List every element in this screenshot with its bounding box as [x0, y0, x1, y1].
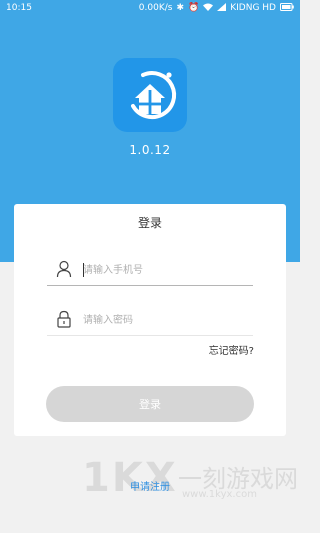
phone-input[interactable]	[83, 260, 247, 280]
app-version: 1.0.12	[129, 143, 171, 157]
signal-icon	[217, 3, 227, 14]
register-link[interactable]: 申请注册	[0, 478, 300, 493]
carrier-label: KIDNG HD	[230, 3, 276, 13]
forgot-password-link[interactable]: 忘记密码?	[209, 342, 254, 357]
app-logo	[113, 58, 187, 132]
phone-field	[47, 254, 253, 286]
alarm-icon: ⏰	[188, 3, 200, 13]
login-card: 登录 忘记密码? 登录	[14, 204, 286, 436]
status-bar: 10:15 0.00K/s ✱ ⏰ KIDNG HD	[0, 0, 300, 18]
lock-icon	[57, 310, 71, 328]
password-input[interactable]	[83, 310, 247, 330]
password-field	[47, 304, 253, 336]
status-time: 10:15	[6, 3, 32, 13]
user-icon	[56, 260, 72, 278]
wifi-icon	[203, 3, 214, 14]
bluetooth-off-icon: ✱	[176, 3, 185, 13]
network-speed: 0.00K/s	[138, 3, 173, 13]
login-button[interactable]: 登录	[46, 386, 254, 422]
login-title: 登录	[137, 216, 162, 230]
text-cursor	[83, 263, 84, 277]
home-gift-icon	[131, 71, 177, 120]
battery-icon	[280, 3, 294, 14]
